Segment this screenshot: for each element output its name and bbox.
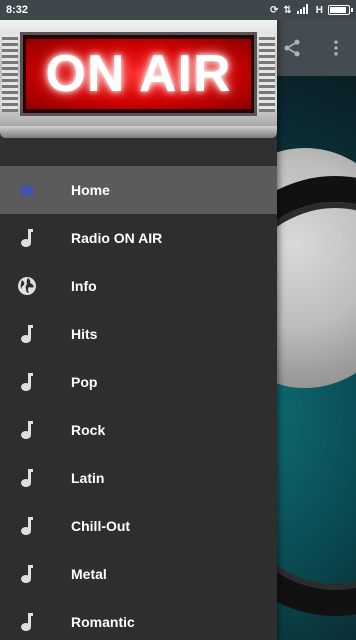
- menu-item-metal[interactable]: Metal: [0, 550, 277, 598]
- status-icons: ⟳ ⇅ H: [269, 3, 353, 17]
- music-note-icon: [17, 516, 37, 536]
- menu-item-info[interactable]: Info: [0, 262, 277, 310]
- menu-item-label: Hits: [71, 326, 98, 342]
- menu-item-label: Rock: [71, 422, 106, 438]
- sign-grill-left: [2, 34, 18, 112]
- music-note-icon: [17, 324, 37, 344]
- battery-level: [330, 7, 346, 13]
- sign-text: ON AIR: [45, 45, 232, 103]
- music-note-icon: [17, 372, 37, 392]
- navigation-drawer: ON AIR Home Radio ON AIR Info Hits Pop R…: [0, 0, 277, 640]
- more-vert-icon[interactable]: [314, 20, 356, 76]
- menu-item-label: Romantic: [71, 614, 135, 630]
- menu-item-label: Home: [71, 182, 110, 198]
- music-note-icon: [17, 564, 37, 584]
- menu-item-home[interactable]: Home: [0, 166, 277, 214]
- menu-item-hits[interactable]: Hits: [0, 310, 277, 358]
- battery-icon: [328, 5, 353, 15]
- network-type: H: [315, 4, 323, 16]
- music-note-icon: [17, 612, 37, 632]
- status-time: 8:32: [6, 4, 29, 16]
- globe-icon: [17, 276, 37, 296]
- menu-item-label: Pop: [71, 374, 98, 390]
- menu-item-pop[interactable]: Pop: [0, 358, 277, 406]
- drawer-menu: Home Radio ON AIR Info Hits Pop Rock Lat…: [0, 166, 277, 640]
- menu-item-radio-on-air[interactable]: Radio ON AIR: [0, 214, 277, 262]
- menu-item-label: Metal: [71, 566, 107, 582]
- home-icon: [17, 180, 37, 200]
- sign-grill-right: [259, 34, 275, 112]
- status-bar: 8:32 ⟳ ⇅ H: [0, 0, 356, 20]
- signal-muted-icon: ⇅: [283, 4, 292, 16]
- menu-item-rock[interactable]: Rock: [0, 406, 277, 454]
- sign-panel-light: ON AIR: [26, 39, 251, 109]
- music-note-icon: [17, 468, 37, 488]
- menu-item-romantic[interactable]: Romantic: [0, 598, 277, 640]
- menu-item-label: Info: [71, 278, 97, 294]
- sign-bottom-bar: [0, 126, 277, 138]
- music-note-icon: [17, 420, 37, 440]
- menu-item-chill-out[interactable]: Chill-Out: [0, 502, 277, 550]
- sync-icon: ⟳: [269, 4, 279, 16]
- on-air-sign: ON AIR: [0, 20, 277, 138]
- music-note-icon: [17, 228, 37, 248]
- drawer-header: ON AIR: [0, 20, 277, 166]
- menu-item-latin[interactable]: Latin: [0, 454, 277, 502]
- menu-item-label: Chill-Out: [71, 518, 131, 534]
- sign-panel: ON AIR: [20, 32, 257, 116]
- signal-icon: [296, 3, 311, 17]
- menu-item-label: Radio ON AIR: [71, 230, 163, 246]
- menu-item-label: Latin: [71, 470, 105, 486]
